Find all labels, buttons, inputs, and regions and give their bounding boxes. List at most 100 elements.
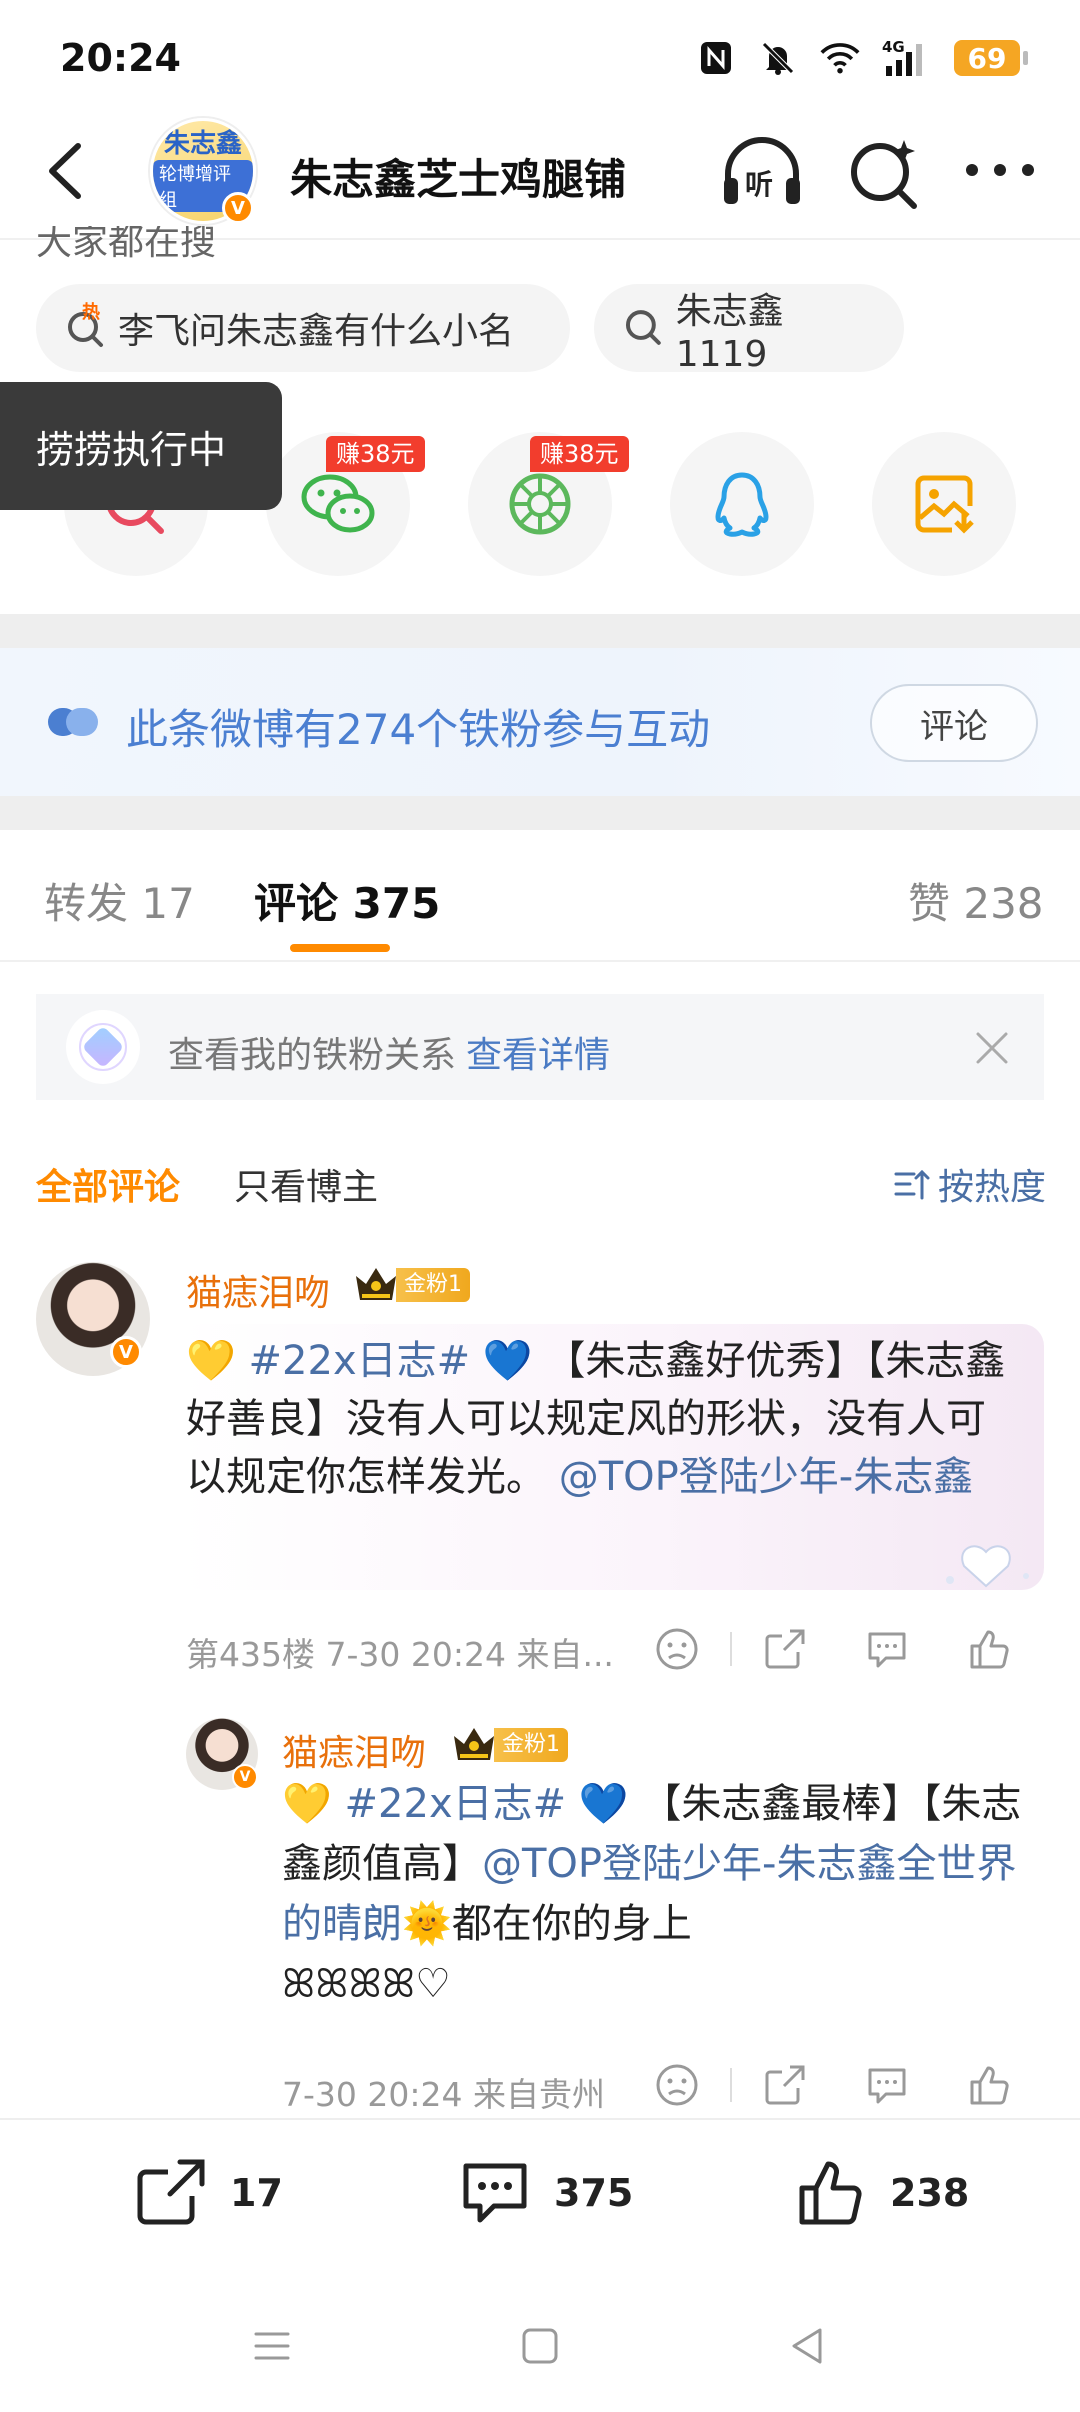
verified-badge: V [222,192,254,224]
bottom-divider [0,2118,1080,2120]
tabs-divider [0,960,1080,962]
mute-icon [758,38,798,78]
topic-link[interactable]: #22x日志# [345,1781,567,1827]
tab-likes[interactable]: 赞 238 [908,870,1044,931]
active-tab-indicator [290,944,390,952]
trending-chip-1[interactable]: 热 李飞问朱志鑫有什么小名 [36,284,570,372]
fan-level-badge: 金粉1 [396,1268,470,1302]
wifi-icon [820,38,860,78]
home-icon[interactable] [518,2324,562,2368]
filter-owner-only[interactable]: 只看博主 [234,1158,378,1210]
page-title[interactable]: 朱志鑫芝士鸡腿铺 [290,146,626,207]
sun-emoji: 🌞 [402,1901,452,1947]
fan-relation-icon [66,1010,140,1084]
yellow-heart-emoji: 💛 [282,1781,332,1827]
fans-icon [46,702,102,742]
sort-label: 按热度 [938,1167,1047,1208]
trending-chip-2[interactable]: 朱志鑫1119 [594,284,904,375]
moments-icon [509,473,571,535]
nfc-icon [696,38,736,78]
topic-link[interactable]: #22x日志# [249,1338,471,1384]
reply-tail: 都在你的身上 [451,1901,692,1947]
yellow-heart-emoji: 💛 [186,1338,236,1384]
comment-icon [463,2163,527,2223]
fan-level-badge: 金粉1 [494,1728,568,1762]
blue-heart-emoji: 💙 [482,1338,533,1384]
repost-count: 17 [230,2171,283,2215]
trending-chip-text: 李飞问朱志鑫有什么小名 [118,311,515,352]
back-button[interactable] [36,136,96,206]
trending-chip-text: 朱志鑫1119 [675,290,784,375]
action-separator [730,1632,732,1666]
filter-all-comments[interactable]: 全部评论 [36,1158,180,1210]
avatar-text-main: 朱志鑫 [163,129,242,159]
comment-icon[interactable] [864,1626,910,1672]
reply-text: 💛 #22x日志# 💙 【朱志鑫最棒】【朱志鑫颜值高】@TOP登陆少年-朱志鑫全… [282,1774,1042,2014]
save-image-icon [915,475,974,534]
tab-repost[interactable]: 转发 17 [44,870,195,931]
battery-icon: 69 [954,40,1028,76]
like-icon[interactable] [966,1626,1012,1672]
status-time: 20:24 [60,36,181,80]
crown-icon [352,1262,400,1306]
sticker-decoration [930,1540,1042,1596]
dislike-icon[interactable] [654,1626,700,1672]
hot-mark: 热 [82,302,100,323]
close-icon[interactable] [972,1028,1012,1068]
more-options-icon[interactable] [960,150,1040,190]
search-icon [625,310,661,345]
listen-icon[interactable]: 听 [718,132,806,212]
qq-icon [715,472,769,537]
trending-label: 大家都在搜 [36,226,217,260]
earn-badge: 赚38元 [530,436,629,472]
like-icon[interactable] [966,2062,1012,2108]
comment-actions [654,1626,1012,1672]
svg-text:4G: 4G [882,38,905,56]
reply-actions [654,2062,1012,2108]
hot-search-icon: 热 [66,302,106,348]
reply-meta: 7-30 20:24 来自贵州 [282,2075,605,2114]
comment-count: 375 [554,2171,634,2215]
view-details-link[interactable]: 查看详情 [466,1035,610,1076]
wechat-icon [301,474,375,533]
blue-heart-emoji: 💙 [578,1781,629,1827]
repost-icon[interactable] [762,2062,808,2108]
back-triangle-icon[interactable] [786,2324,830,2368]
svg-text:听: 听 [745,168,773,201]
like-button[interactable]: 238 [794,2156,969,2230]
section-divider [0,614,1080,648]
fan-relation-text: 查看我的铁粉关系 查看详情 [168,1026,610,1078]
crown-icon [450,1722,498,1766]
comment-text: 💛 #22x日志# 💙 【朱志鑫好优秀】【朱志鑫好善良】没有人可以规定风的形状，… [186,1332,1016,1506]
comment-meta: 第435楼 7-30 20:24 来自... [186,1635,614,1674]
fans-comment-button[interactable]: 评论 [870,684,1038,762]
share-qq-button[interactable] [670,432,814,576]
tab-comments[interactable]: 评论 375 [254,870,440,931]
fan-relation-label: 查看我的铁粉关系 [168,1035,457,1076]
comment-button[interactable]: 375 [458,2156,633,2230]
ai-search-icon[interactable] [846,134,924,212]
action-separator [730,2068,732,2102]
like-icon [799,2161,862,2225]
menu-icon[interactable] [250,2324,294,2368]
status-icons: 4G 69 [696,38,1028,78]
save-image-button[interactable] [872,432,1016,576]
commenter-name[interactable]: 猫痣泪吻 [186,1264,330,1316]
status-toast: 捞捞执行中 [0,382,282,510]
sort-icon [894,1169,930,1200]
sort-by-heat-button[interactable]: 按热度 [892,1158,1046,1210]
section-divider [0,796,1080,830]
verified-badge: V [232,1764,258,1790]
like-count: 238 [890,2171,970,2215]
earn-badge: 赚38元 [326,436,425,472]
comment-icon[interactable] [864,2062,910,2108]
verified-badge: V [110,1336,142,1368]
repost-icon[interactable] [762,1626,808,1672]
repost-button[interactable]: 17 [134,2156,283,2230]
repost-icon [137,2159,205,2225]
reply-decoration: ꕤꕤꕤꕤ♡ [282,1961,451,2007]
mention-link[interactable]: @TOP登陆少年-朱志鑫 [559,1454,973,1500]
dislike-icon[interactable] [654,2062,700,2108]
reply-commenter-name[interactable]: 猫痣泪吻 [282,1724,426,1776]
signal-icon: 4G [882,38,932,78]
